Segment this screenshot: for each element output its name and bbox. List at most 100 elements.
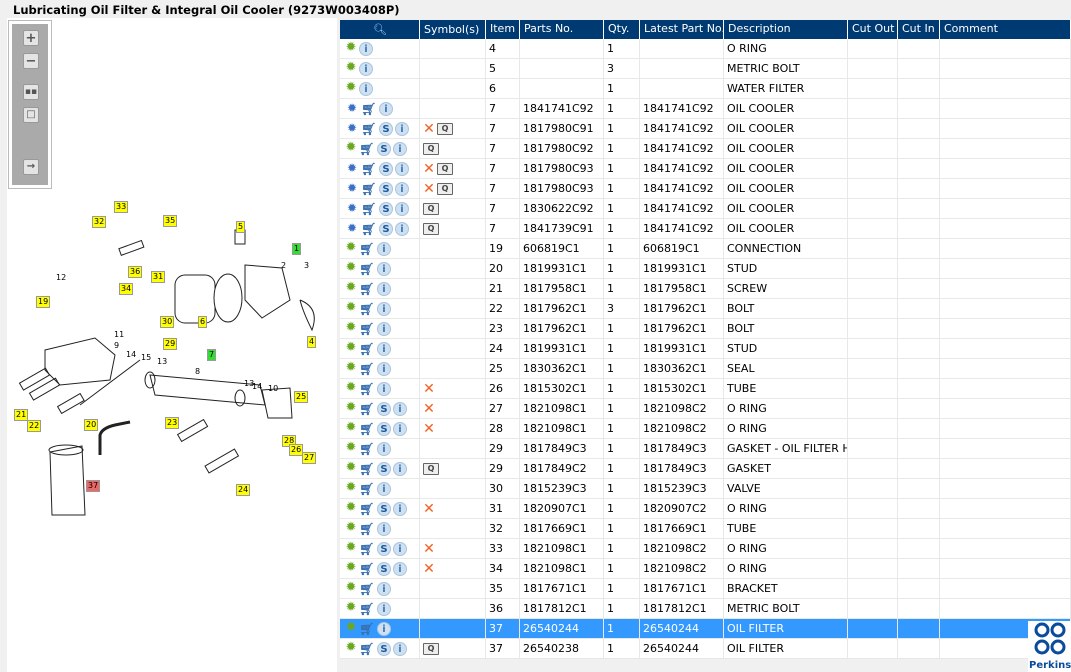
info-icon[interactable]: i	[377, 321, 391, 336]
callout-7[interactable]: 7	[207, 349, 217, 361]
cart-icon[interactable]: 🛒︎	[359, 442, 375, 456]
callout-37[interactable]: 37	[86, 480, 101, 492]
callout-6[interactable]: 6	[198, 316, 208, 328]
export-button[interactable]: →	[23, 159, 39, 175]
settings-icon[interactable]: ✹	[345, 301, 357, 316]
cart-icon[interactable]: 🛒︎	[359, 462, 375, 476]
callout-30[interactable]: 30	[160, 316, 175, 328]
settings-icon[interactable]: ✹	[345, 141, 357, 156]
table-row[interactable]: ✹ 🛒︎ Si ✕ Q 7 1817980C93 1 1841741C92 OIL COOLER	[340, 179, 1071, 199]
supersession-icon[interactable]: S	[377, 141, 391, 156]
table-row[interactable]: ✹ 🛒︎ i ✕ 26 1815302C1 1 1815302C1 TUBE	[340, 379, 1071, 399]
cart-icon[interactable]: 🛒︎	[359, 262, 375, 276]
zoom-in-button[interactable]: +	[23, 30, 39, 46]
settings-icon[interactable]: ✹	[345, 641, 357, 656]
cart-icon[interactable]: 🛒︎	[359, 242, 375, 256]
settings-icon[interactable]: ✹	[345, 581, 357, 596]
book-search-icon[interactable]: Q	[423, 642, 439, 655]
table-row[interactable]: ✹ 🛒︎ Si ✕ 31 1820907C1 1 1820907C2 O RING	[340, 499, 1071, 519]
info-icon[interactable]: i	[393, 461, 407, 476]
info-icon[interactable]: i	[377, 621, 391, 636]
table-row[interactable]: ✹ 🛒︎ i 25 1830362C1 1 1830362C1 SEAL	[340, 359, 1071, 379]
cart-icon[interactable]: 🛒︎	[359, 602, 375, 616]
multi-settings-icon[interactable]: ✹	[345, 202, 359, 216]
callout-25[interactable]: 25	[294, 391, 309, 403]
cart-icon[interactable]: 🛒︎	[359, 142, 375, 156]
settings-icon[interactable]: ✹	[345, 521, 357, 536]
info-icon[interactable]: i	[393, 421, 407, 436]
cart-icon[interactable]: 🛒︎	[359, 342, 375, 356]
info-icon[interactable]: i	[359, 61, 373, 76]
search-icon[interactable]: 🔍︎	[373, 23, 387, 36]
info-icon[interactable]: i	[377, 281, 391, 296]
book-search-icon[interactable]: Q	[423, 462, 439, 475]
book-search-icon[interactable]: Q	[437, 122, 453, 135]
multi-settings-icon[interactable]: ✹	[345, 122, 359, 136]
cart-icon[interactable]: 🛒︎	[359, 642, 375, 656]
info-icon[interactable]: i	[377, 481, 391, 496]
exploded-parts-diagram[interactable]	[0, 190, 338, 520]
book-search-icon[interactable]: Q	[437, 182, 453, 195]
col-cut-in[interactable]: Cut In	[898, 20, 940, 39]
col-latest-part-no[interactable]: Latest Part No.	[640, 20, 724, 39]
supersession-icon[interactable]: S	[377, 641, 391, 656]
cart-icon[interactable]: 🛒︎	[359, 282, 375, 296]
supersession-icon[interactable]: S	[379, 221, 393, 236]
cart-icon[interactable]: 🛒︎	[361, 202, 377, 216]
supersession-icon[interactable]: S	[379, 181, 393, 196]
supersession-icon[interactable]: S	[377, 501, 391, 516]
cart-icon[interactable]: 🛒︎	[361, 102, 377, 116]
callout-5[interactable]: 5	[236, 221, 246, 233]
cart-icon[interactable]: 🛒︎	[359, 582, 375, 596]
table-row[interactable]: ✹ 🛒︎ i 22 1817962C1 3 1817962C1 BOLT	[340, 299, 1071, 319]
table-row[interactable]: ✹ 🛒︎ i 19 606819C1 1 606819C1 CONNECTION	[340, 239, 1071, 259]
cart-icon[interactable]: 🛒︎	[359, 402, 375, 416]
col-description[interactable]: Description	[724, 20, 848, 39]
info-icon[interactable]: i	[377, 361, 391, 376]
cut-icon[interactable]: ✕	[423, 382, 435, 396]
cart-icon[interactable]: 🛒︎	[361, 162, 377, 176]
info-icon[interactable]: i	[395, 221, 409, 236]
table-row[interactable]: ✹ 🛒︎ i 7 1841741C92 1 1841741C92 OIL COOLER	[340, 99, 1071, 119]
table-row[interactable]: ✹ 🛒︎ Si Q 7 1817980C92 1 1841741C92 OIL COOLER	[340, 139, 1071, 159]
cut-icon[interactable]: ✕	[423, 122, 435, 136]
table-row[interactable]: ✹ 🛒︎ Si ✕ Q 7 1817980C93 1 1841741C92 OIL COOLER	[340, 159, 1071, 179]
callout-27[interactable]: 27	[302, 452, 317, 464]
cart-icon[interactable]: 🛒︎	[361, 222, 377, 236]
callout-19[interactable]: 19	[36, 296, 51, 308]
col-symbols[interactable]: Symbol(s)	[420, 20, 486, 39]
settings-icon[interactable]: ✹	[345, 401, 357, 416]
info-icon[interactable]: i	[377, 521, 391, 536]
cart-icon[interactable]: 🛒︎	[359, 362, 375, 376]
book-search-icon[interactable]: Q	[437, 162, 453, 175]
table-row[interactable]: ✹ 🛒︎ Si ✕ Q 7 1817980C91 1 1841741C92 OIL COOLER	[340, 119, 1071, 139]
info-icon[interactable]: i	[359, 81, 373, 96]
multi-settings-icon[interactable]: ✹	[345, 102, 359, 116]
callout-36[interactable]: 36	[128, 266, 143, 278]
table-row[interactable]: ✹ i 4 1 O RING	[340, 39, 1071, 59]
settings-icon[interactable]: ✹	[345, 541, 357, 556]
table-row[interactable]: ✹ 🛒︎ i 32 1817669C1 1 1817669C1 TUBE	[340, 519, 1071, 539]
settings-icon[interactable]: ✹	[345, 321, 357, 336]
table-row[interactable]: ✹ 🛒︎ Si Q 29 1817849C2 1 1817849C3 GASKET	[340, 459, 1071, 479]
cart-icon[interactable]: 🛒︎	[361, 122, 377, 136]
table-row[interactable]: ✹ i 6 1 WATER FILTER	[340, 79, 1071, 99]
table-row[interactable]: ✹ 🛒︎ i 37 26540244 1 26540244 OIL FILTER	[340, 619, 1071, 639]
table-row[interactable]: ✹ 🛒︎ Si Q 7 1841739C91 1 1841741C92 OIL COOLER	[340, 219, 1071, 239]
col-qty[interactable]: Qty.	[604, 20, 640, 39]
info-icon[interactable]: i	[377, 261, 391, 276]
info-icon[interactable]: i	[393, 501, 407, 516]
table-row[interactable]: ✹ 🛒︎ Si Q 7 1830622C92 1 1841741C92 OIL COOLER	[340, 199, 1071, 219]
settings-icon[interactable]: ✹	[345, 461, 357, 476]
col-item[interactable]: Item	[486, 20, 520, 39]
table-row[interactable]: ✹ 🛒︎ i 20 1819931C1 1 1819931C1 STUD	[340, 259, 1071, 279]
settings-icon[interactable]: ✹	[345, 281, 357, 296]
settings-icon[interactable]: ✹	[345, 421, 357, 436]
callout-20[interactable]: 20	[84, 419, 99, 431]
cut-icon[interactable]: ✕	[423, 422, 435, 436]
table-row[interactable]: ✹ 🛒︎ i 36 1817812C1 1 1817812C1 METRIC BOLT	[340, 599, 1071, 619]
col-parts-no[interactable]: Parts No.	[520, 20, 604, 39]
info-icon[interactable]: i	[377, 381, 391, 396]
info-icon[interactable]: i	[393, 541, 407, 556]
settings-icon[interactable]: ✹	[345, 81, 357, 96]
